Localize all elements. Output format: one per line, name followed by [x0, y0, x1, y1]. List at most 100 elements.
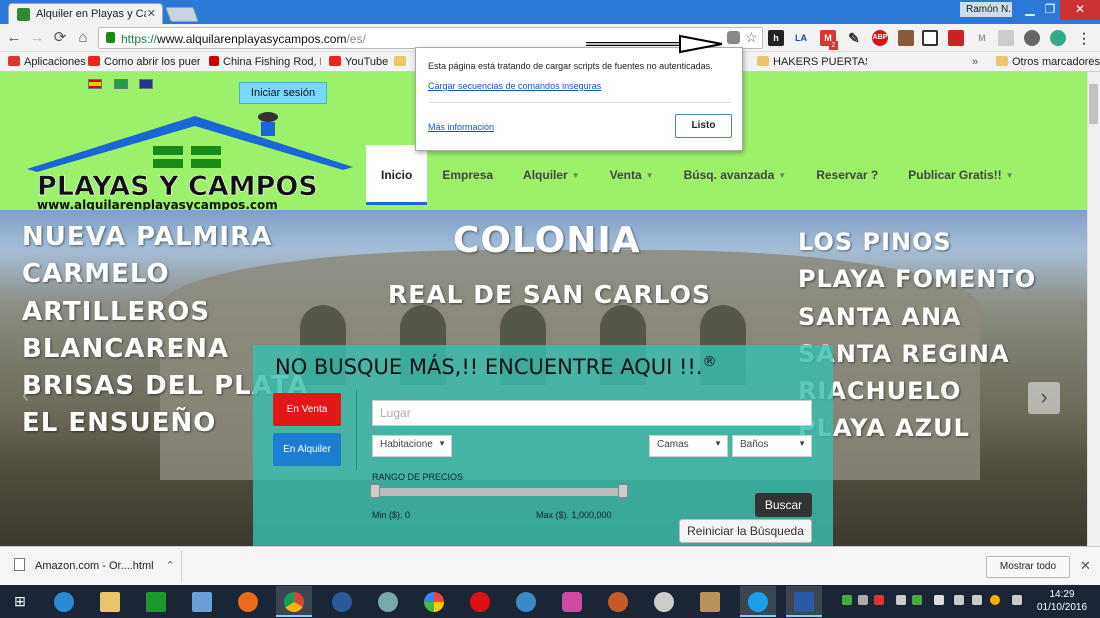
- show-all-button[interactable]: Mostrar todo: [986, 556, 1070, 578]
- star-icon[interactable]: ☆: [745, 29, 758, 46]
- more-info-link[interactable]: Más información: [428, 122, 494, 132]
- windows-start-icon[interactable]: ⊞: [2, 586, 38, 617]
- box-app-icon[interactable]: [692, 586, 728, 617]
- forward-button[interactable]: →: [27, 28, 47, 48]
- chrome-icon[interactable]: [276, 586, 312, 617]
- window-close-button[interactable]: ✕: [1060, 0, 1100, 20]
- tray-green-icon[interactable]: [912, 595, 922, 605]
- nav-busqueda-avanzada[interactable]: Búsq. avanzada ▼: [669, 145, 802, 205]
- nav-reservar[interactable]: Reservar ?: [801, 145, 893, 205]
- extension-colorwheel-icon[interactable]: [1050, 30, 1066, 46]
- reload-button[interactable]: ⟳: [50, 28, 70, 48]
- extension-gmail-grey-icon[interactable]: M: [974, 30, 990, 46]
- extension-cloud-icon[interactable]: [998, 30, 1014, 46]
- tray-cloud-icon[interactable]: [934, 595, 944, 605]
- browser-tab[interactable]: Alquiler en Playas y Cam ✕: [8, 3, 163, 24]
- extension-red-icon[interactable]: [948, 30, 964, 46]
- nav-venta[interactable]: Venta ▼: [595, 145, 669, 205]
- tray-red-icon[interactable]: [874, 595, 884, 605]
- bookmark-folder[interactable]: [394, 54, 410, 70]
- tray-flag-icon[interactable]: [1012, 595, 1022, 605]
- site-logo[interactable]: PLAYAS Y CAMPOS www.alquilarenplayasycam…: [25, 112, 355, 210]
- extension-brown-icon[interactable]: [898, 30, 914, 46]
- google-earth-icon[interactable]: [324, 586, 360, 617]
- bookmark-other[interactable]: Otros marcadores: [996, 54, 1100, 70]
- picasa-icon[interactable]: [416, 586, 452, 617]
- pen-icon[interactable]: ✎: [846, 30, 862, 46]
- internet-explorer-icon[interactable]: [46, 586, 82, 617]
- buscar-button[interactable]: Buscar: [755, 493, 812, 517]
- close-icon[interactable]: ✕: [1080, 558, 1091, 574]
- profile-button[interactable]: Ramón N.: [960, 2, 1012, 17]
- bookmark-apps[interactable]: Aplicaciones: [8, 54, 86, 70]
- price-max-label: Max ($). 1,000,000: [536, 510, 612, 520]
- chrome-alt-icon[interactable]: [646, 586, 682, 617]
- flag-es-icon[interactable]: [88, 79, 102, 89]
- skype-icon[interactable]: [740, 586, 776, 617]
- habitaciones-select[interactable]: Habitacione ▼: [372, 435, 452, 457]
- place-right: PLAYA FOMENTO: [798, 265, 1037, 293]
- en-venta-button[interactable]: En Venta: [273, 393, 341, 426]
- new-tab-button[interactable]: [165, 7, 199, 22]
- bookmark-youtube[interactable]: YouTube: [329, 54, 388, 70]
- home-button[interactable]: ⌂: [73, 28, 93, 48]
- nav-inicio[interactable]: Inicio: [366, 145, 428, 205]
- tray-volume-icon[interactable]: [954, 595, 964, 605]
- download-item[interactable]: Amazon.com - Or....html ⌃: [14, 558, 175, 572]
- bookmarks-overflow-icon[interactable]: »: [972, 54, 978, 70]
- scrollbar-thumb[interactable]: [1089, 84, 1098, 124]
- banos-select[interactable]: Baños ▼: [732, 435, 812, 457]
- chevron-up-icon[interactable]: ⌃: [166, 560, 175, 572]
- caret-down-icon: ▼: [1005, 171, 1014, 180]
- extension-la-icon[interactable]: LA: [793, 30, 809, 46]
- price-slider-max-handle[interactable]: [618, 484, 628, 498]
- store-icon[interactable]: [138, 586, 174, 617]
- en-alquiler-button[interactable]: En Alquiler: [273, 433, 341, 466]
- tray-nvidia-icon[interactable]: [842, 595, 852, 605]
- popup-message: Esta página está tratando de cargar scri…: [428, 61, 713, 71]
- url-text: https://www.alquilarenplayasycampos.com/…: [121, 32, 366, 46]
- flag-br-icon[interactable]: [114, 79, 128, 89]
- file-explorer-icon[interactable]: [92, 586, 128, 617]
- tab-close-icon[interactable]: ✕: [147, 7, 156, 20]
- price-slider-min-handle[interactable]: [370, 484, 380, 498]
- menu-icon[interactable]: ⋮: [1076, 30, 1092, 46]
- back-button[interactable]: ←: [4, 28, 24, 48]
- tray-wifi-icon[interactable]: [972, 595, 982, 605]
- firefox-icon[interactable]: [230, 586, 266, 617]
- extension-h-icon[interactable]: h: [768, 30, 784, 46]
- bookmark-item[interactable]: Como abrir los puertc: [88, 54, 200, 70]
- reset-search-button[interactable]: Reiniciar la Búsqueda: [679, 519, 812, 543]
- nav-alquiler[interactable]: Alquiler ▼: [508, 145, 595, 205]
- done-button[interactable]: Listo: [675, 114, 732, 138]
- main-nav: Inicio Empresa Alquiler ▼ Venta ▼ Búsq. av…: [366, 145, 1029, 205]
- lugar-input[interactable]: Lugar: [372, 400, 812, 426]
- adblock-icon[interactable]: ABP: [872, 30, 888, 46]
- price-slider-track[interactable]: [372, 488, 625, 496]
- system-clock[interactable]: 14:29 01/10/2016: [1032, 588, 1092, 614]
- camas-select[interactable]: Camas ▼: [649, 435, 728, 457]
- picture-viewer-icon[interactable]: [184, 586, 220, 617]
- shield-blocked-icon[interactable]: [727, 31, 740, 44]
- slider-next-button[interactable]: ›: [1028, 382, 1060, 414]
- load-unsafe-scripts-link[interactable]: Cargar secuencias de comandos inseguras: [428, 81, 601, 91]
- login-button[interactable]: Iniciar sesión: [239, 82, 327, 104]
- nav-empresa[interactable]: Empresa: [427, 145, 508, 205]
- app-drop-icon[interactable]: [370, 586, 406, 617]
- extension-window-icon[interactable]: [922, 30, 938, 46]
- settings-gear-icon[interactable]: [508, 586, 544, 617]
- bookmark-folder-hakers[interactable]: HAKERS PUERTAS TR: [757, 54, 867, 70]
- tray-app-icon[interactable]: [858, 595, 868, 605]
- nav-publicar[interactable]: Publicar Gratis!! ▼: [893, 145, 1028, 205]
- slider-prev-button[interactable]: ‹: [22, 382, 54, 414]
- app-tools-icon[interactable]: [600, 586, 636, 617]
- page-scrollbar[interactable]: [1087, 72, 1100, 546]
- extension-gear-icon[interactable]: [1024, 30, 1040, 46]
- app-pink-icon[interactable]: [554, 586, 590, 617]
- bookmark-item[interactable]: China Fishing Rod, Fis: [209, 54, 321, 70]
- tray-orange-icon[interactable]: [990, 595, 1000, 605]
- tray-network-icon[interactable]: [896, 595, 906, 605]
- opera-icon[interactable]: [462, 586, 498, 617]
- document-app-icon[interactable]: [786, 586, 822, 617]
- flag-uk-icon[interactable]: [139, 79, 153, 89]
